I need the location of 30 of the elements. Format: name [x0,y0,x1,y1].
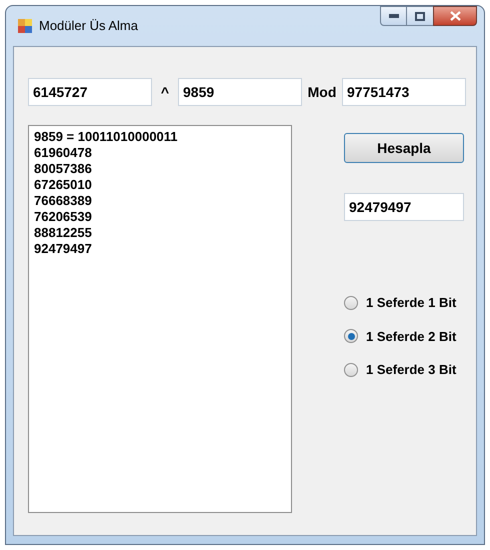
base-field[interactable]: 6145727 [28,78,152,106]
power-symbol: ^ [160,82,170,102]
compute-button[interactable]: Hesapla [344,133,464,163]
radio-label: 1 Seferde 3 Bit [366,361,456,379]
list-item: 9859 = 10011010000011 [34,129,179,145]
list-item: 61960478 [34,145,93,161]
list-item: 88812255 [34,225,93,241]
minimize-button[interactable] [380,6,407,26]
radio-button[interactable] [344,329,358,344]
list-item: 92479497 [34,241,93,257]
maximize-button[interactable] [407,6,433,26]
list-item: 67265010 [34,177,93,193]
radio-label: 1 Seferde 2 Bit [366,328,456,346]
exponent-field[interactable]: 9859 [178,78,302,106]
radio-button[interactable] [344,362,358,377]
mod-label: Mod [306,82,338,102]
modulus-field[interactable]: 97751473 [342,78,466,106]
close-button[interactable] [433,6,477,26]
list-item: 76206539 [34,209,93,225]
result-field[interactable]: 92479497 [344,193,464,221]
list-item: 80057386 [34,161,93,177]
radio-label: 1 Seferde 1 Bit [366,294,456,312]
close-icon [450,11,460,21]
minimize-icon [388,14,398,18]
maximize-icon [415,12,425,20]
list-item: 76668389 [34,193,93,209]
radio-button[interactable] [344,296,358,310]
window-title: Modüler Üs Alma [39,17,138,36]
app-icon [17,18,33,34]
output-list[interactable]: 9859 = 10011010000011 61960478 80057386 67265010 76668389 76206539 88812255 92479497 [28,125,292,513]
